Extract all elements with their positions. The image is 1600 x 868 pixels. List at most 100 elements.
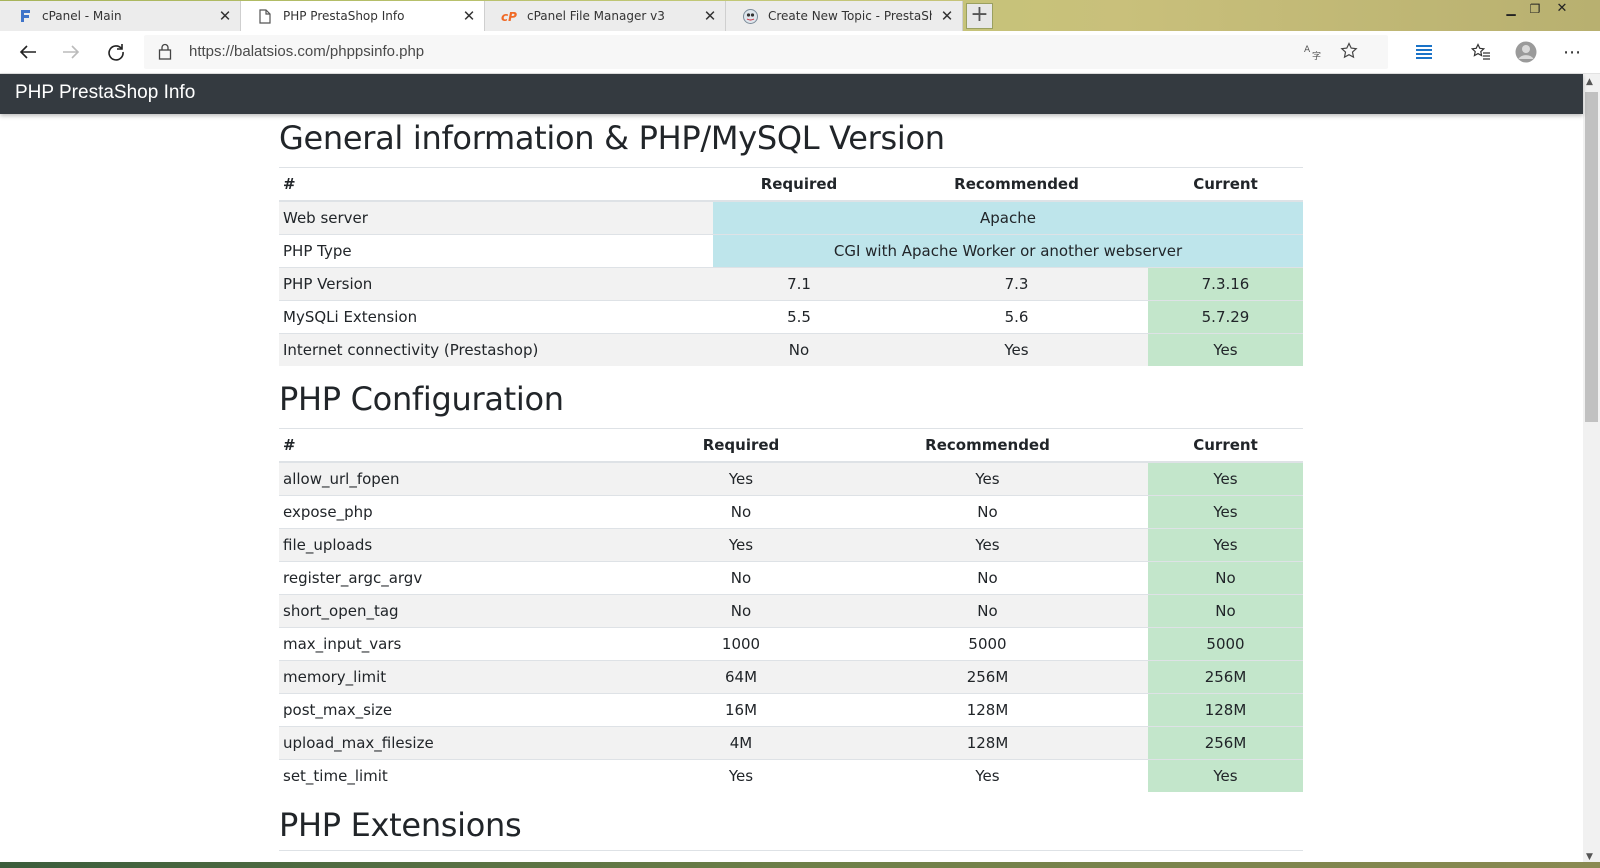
required-value: No [655,594,827,628]
scroll-up-icon[interactable]: ▲ [1586,77,1593,87]
required-value: Yes [655,759,827,792]
favorites-icon[interactable] [1466,37,1496,67]
current-value: 256M [1148,660,1303,694]
required-value: 64M [655,660,827,694]
recommended-value: No [827,561,1148,595]
close-window-icon[interactable]: ✕ [1551,2,1573,18]
navbar-brand[interactable]: PHP PrestaShop Info [15,82,195,104]
close-tab-icon[interactable]: ✕ [454,7,484,25]
tab-cpanel-main[interactable]: cPanel - Main ✕ [0,1,241,31]
section-title-php-config: PHP Configuration [279,380,564,418]
row-name: PHP Version [279,267,713,301]
new-tab-button[interactable]: + [966,3,993,29]
recommended-value: 128M [827,693,1148,727]
page-navbar: PHP PrestaShop Info [0,74,1583,114]
tab-label: cPanel - Main [42,9,122,23]
merged-value: CGI with Apache Worker or another webser… [713,234,1303,268]
required-value: 5.5 [713,300,885,334]
minimize-icon[interactable]: ▁ [1500,2,1522,18]
column-header: Required [655,428,827,463]
required-value: Yes [655,528,827,562]
page-scrollbar[interactable]: ▲ ▼ [1583,74,1600,868]
close-tab-icon[interactable]: ✕ [210,7,240,25]
page-icon [257,8,273,24]
row-name: memory_limit [279,660,655,694]
section-title-php-extensions: PHP Extensions [279,806,1303,851]
table-row: memory_limit 64M 256M 256M [279,660,1303,694]
tab-create-new-topic[interactable]: Create New Topic - PrestaShop F ✕ [726,1,963,31]
table-row: file_uploads Yes Yes Yes [279,528,1303,562]
column-header: Current [1148,428,1303,463]
table-row: short_open_tag No No No [279,594,1303,628]
row-name: allow_url_fopen [279,461,655,496]
php-config-table: # Required Recommended Current allow_url… [279,428,1303,792]
browser-toolbar: https://balatsios.com/phppsinfo.php A字 ⋯ [0,31,1600,74]
os-taskbar [0,862,1600,868]
close-tab-icon[interactable]: ✕ [695,7,725,25]
table-row: post_max_size 16M 128M 128M [279,693,1303,727]
svg-text:字: 字 [1312,50,1321,61]
current-value: 128M [1148,693,1303,727]
recommended-value: Yes [827,528,1148,562]
close-tab-icon[interactable]: ✕ [932,7,962,25]
required-value: 16M [655,693,827,727]
row-name: register_argc_argv [279,561,655,595]
recommended-value: 5.6 [885,300,1148,334]
current-value: Yes [1148,333,1303,366]
row-name: PHP Type [279,234,713,268]
required-value: No [713,333,885,366]
current-value: 256M [1148,726,1303,760]
restore-icon[interactable]: ❐ [1524,2,1546,18]
section-title-general: General information & PHP/MySQL Version [279,119,945,157]
current-value: No [1148,561,1303,595]
current-value: Yes [1148,495,1303,529]
required-value: No [655,561,827,595]
required-value: 7.1 [713,267,885,301]
scroll-down-icon[interactable]: ▼ [1586,852,1593,862]
profile-avatar-icon[interactable] [1511,37,1541,67]
refresh-icon[interactable] [101,37,131,67]
tab-php-prestashop-info[interactable]: PHP PrestaShop Info ✕ [241,1,485,31]
column-header: Current [1148,167,1303,202]
prestashop-icon [742,8,758,24]
column-header: Recommended [885,167,1148,202]
current-value: No [1148,594,1303,628]
row-name: Web server [279,200,713,235]
tab-cpanel-file-manager[interactable]: cP cPanel File Manager v3 ✕ [485,1,726,31]
column-header: Required [713,167,885,202]
lock-icon [158,43,172,64]
browser-tab-strip: cPanel - Main ✕ PHP PrestaShop Info ✕ cP… [0,0,1600,31]
recommended-value: 7.3 [885,267,1148,301]
forward-icon[interactable] [56,37,86,67]
favorite-star-icon[interactable] [1340,42,1358,64]
current-value: 5000 [1148,627,1303,661]
table-row: Internet connectivity (Prestashop) No Ye… [279,333,1303,366]
more-menu-icon[interactable]: ⋯ [1557,37,1587,67]
scroll-thumb[interactable] [1585,92,1598,422]
row-name: set_time_limit [279,759,655,792]
merged-value: Apache [713,200,1303,235]
table-row: set_time_limit Yes Yes Yes [279,759,1303,792]
required-value: 1000 [655,627,827,661]
back-icon[interactable] [13,37,43,67]
table-row: PHP Version 7.1 7.3 7.3.16 [279,267,1303,301]
column-header: Recommended [827,428,1148,463]
reading-list-icon[interactable] [1409,37,1439,67]
recommended-value: No [827,495,1148,529]
table-header-row: # Required Recommended Current [279,167,1303,202]
required-value: No [655,495,827,529]
address-bar[interactable]: https://balatsios.com/phppsinfo.php A字 [144,35,1388,69]
table-row: Web server Apache [279,200,1303,235]
row-name: max_input_vars [279,627,655,661]
row-name: file_uploads [279,528,655,562]
table-header-row: # Required Recommended Current [279,428,1303,463]
recommended-value: No [827,594,1148,628]
tab-label: PHP PrestaShop Info [283,9,405,23]
translate-icon[interactable]: A字 [1304,43,1322,65]
current-value: 7.3.16 [1148,267,1303,301]
row-name: upload_max_filesize [279,726,655,760]
row-name: MySQLi Extension [279,300,713,334]
table-row: PHP Type CGI with Apache Worker or anoth… [279,234,1303,268]
page-content: General information & PHP/MySQL Version … [279,114,1303,851]
recommended-value: 128M [827,726,1148,760]
